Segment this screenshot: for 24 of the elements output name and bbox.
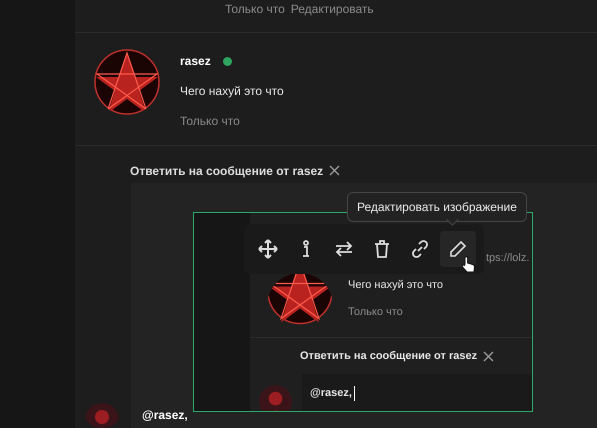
close-icon: [329, 165, 340, 176]
message-text: Чего нахуй это что: [348, 278, 444, 292]
time-text: Только что: [225, 1, 285, 18]
close-icon: [483, 350, 494, 362]
username[interactable]: rasez: [180, 52, 211, 70]
input-field[interactable]: @rasez,: [302, 374, 532, 411]
editor-text: @rasez,: [142, 407, 188, 424]
timestamp: Только что: [348, 305, 404, 320]
tooltip: Редактировать изображение: [347, 192, 527, 222]
url-text: tps://lolz.: [486, 251, 530, 266]
avatar-icon: [85, 403, 119, 428]
link-icon: [410, 239, 430, 259]
reply-label: Ответить на сообщение от rasez: [300, 349, 478, 364]
avatar-icon: [259, 384, 292, 411]
edit-link[interactable]: Редактировать: [290, 0, 374, 32]
message-text: Чего нахуй это что: [180, 83, 284, 100]
trash-icon: [372, 239, 392, 259]
input-text: @rasez,: [310, 386, 352, 402]
avatar-pentagram-icon: [94, 49, 160, 115]
reply-label: Ответить на сообщение от rasez: [130, 162, 324, 180]
swap-arrows-icon: [334, 239, 354, 259]
pencil-icon: [448, 239, 468, 259]
move-icon: [258, 239, 278, 259]
timestamp: Только что: [180, 113, 241, 130]
